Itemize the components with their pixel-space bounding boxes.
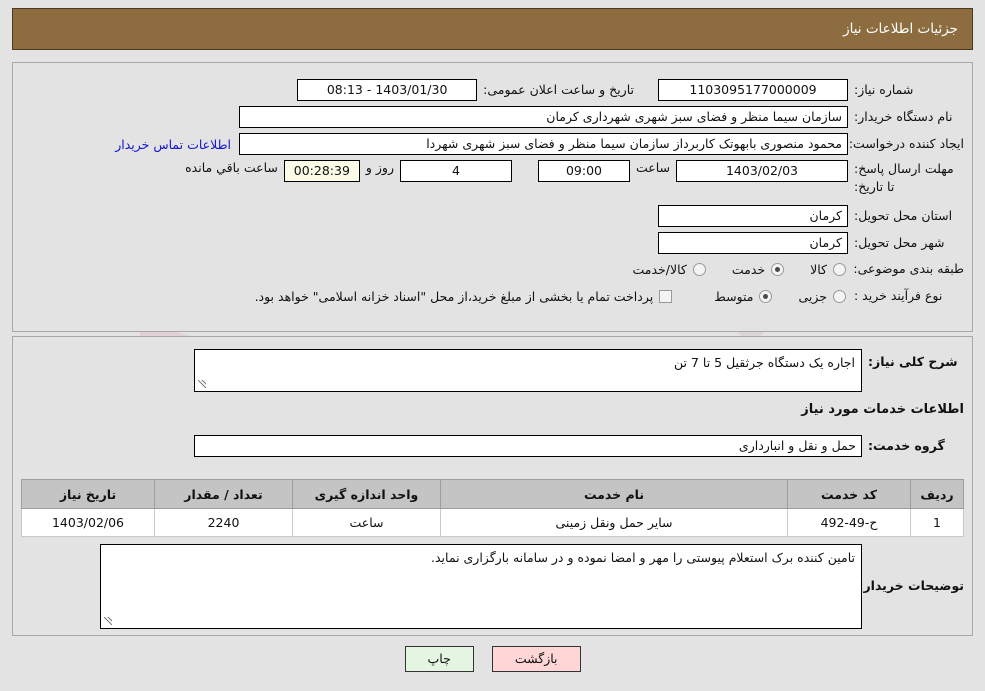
province-value: کرمان (658, 205, 848, 227)
buyer-org-value: سازمان سیما منظر و فضای سبز شهری شهرداری… (239, 106, 848, 128)
category-option-label: کالا/خدمت (632, 261, 687, 277)
needed-services-table: ردیف کد خدمت نام خدمت واحد اندازه گیری ت… (21, 479, 964, 537)
creator-row: ایجاد کننده درخواست: محمود منصوری بابهوت… (115, 133, 964, 155)
needed-services-table-wrap: ردیف کد خدمت نام خدمت واحد اندازه گیری ت… (21, 479, 964, 537)
buyer-notes-textarea[interactable]: تامین کننده برک استعلام پیوستی را مهر و … (100, 544, 862, 629)
page-root: جزئیات اطلاعات نیاز AnaTender.net شماره … (0, 0, 985, 691)
print-button[interactable]: چاپ (404, 646, 474, 672)
service-group-value: حمل و نقل و انبارداری (194, 435, 862, 457)
category-row: طبقه بندی موضوعی: کالا خدمت کالا/خدمت (606, 260, 964, 278)
need-number-value: 1103095177000009 (658, 79, 848, 101)
table-row: 1 ح-49-492 سایر حمل ونقل زمینی ساعت 2240… (21, 508, 964, 537)
radio-icon[interactable] (692, 262, 706, 276)
summary-label: شرح کلی نیاز: (868, 354, 958, 369)
col-row: ردیف (910, 479, 964, 509)
creator-value: محمود منصوری بابهوتک کاربرداز سازمان سیم… (239, 133, 848, 155)
category-option-label: کالا (810, 261, 827, 277)
need-number-row: شماره نیاز: 1103095177000009 تاریخ و ساع… (297, 79, 964, 101)
radio-icon[interactable] (759, 289, 773, 303)
process-type-row: نوع فرآیند خرید : جزیی متوسط پرداخت تمام… (229, 287, 964, 305)
category-label: طبقه بندی موضوعی: (853, 261, 964, 276)
col-quantity: تعداد / مقدار (154, 479, 293, 509)
page-header: جزئیات اطلاعات نیاز (12, 8, 973, 50)
days-remaining-value: 4 (399, 160, 512, 182)
deadline-label: مهلت ارسال پاسخ: تا تاریخ: (854, 161, 954, 195)
treasury-bonds-label: پرداخت تمام یا بخشی از مبلغ خرید،از محل … (254, 288, 654, 304)
cell-row: 1 (910, 508, 964, 537)
back-button[interactable]: بازگشت (491, 646, 581, 672)
category-option-label: خدمت (731, 261, 766, 277)
category-option-kala[interactable]: کالا (810, 262, 846, 277)
countdown-timer: 00:28:39 (283, 160, 360, 182)
cell-code: ح-49-492 (787, 508, 911, 537)
need-details-panel: شرح کلی نیاز: اجاره یک دستگاه جرثقیل 5 ت… (12, 336, 973, 636)
category-option-kala-khedmat[interactable]: کالا/خدمت (632, 261, 706, 277)
checkbox-icon[interactable] (659, 289, 673, 303)
need-info-panel: شماره نیاز: 1103095177000009 تاریخ و ساع… (12, 62, 973, 332)
province-label: استان محل تحویل: (854, 207, 953, 223)
summary-row: شرح کلی نیاز: اجاره یک دستگاه جرثقیل 5 ت… (194, 349, 964, 392)
cell-date: 1403/02/06 (21, 508, 155, 537)
city-label: شهر محل تحویل: (854, 234, 945, 250)
treasury-bonds-checkbox[interactable]: پرداخت تمام یا بخشی از مبلغ خرید،از محل … (255, 289, 673, 304)
buyer-org-label: نام دستگاه خریدار: (854, 108, 953, 124)
bottom-button-bar: بازگشت چاپ (0, 646, 985, 672)
need-number-label: شماره نیاز: (854, 81, 914, 97)
buyer-contact-link[interactable]: اطلاعات تماس خریدار (115, 137, 231, 152)
process-option-label: جزیی (798, 288, 827, 304)
table-header-row: ردیف کد خدمت نام خدمت واحد اندازه گیری ت… (21, 479, 964, 509)
cell-name: سایر حمل ونقل زمینی (440, 508, 788, 537)
creator-label: ایجاد کننده درخواست: (848, 135, 964, 151)
process-option-jozei[interactable]: جزیی (798, 289, 846, 304)
col-name: نام خدمت (440, 479, 788, 509)
public-announce-value: 1403/01/30 - 08:13 (297, 79, 478, 101)
cell-quantity: 2240 (154, 508, 293, 537)
buyer-notes-row: توضیحات خریدار: تامین کننده برک استعلام … (100, 544, 964, 629)
summary-textarea[interactable]: اجاره یک دستگاه جرثقیل 5 تا 7 تن (194, 349, 862, 392)
remaining-label: ساعت باقي مانده (185, 160, 278, 175)
cell-unit: ساعت (292, 508, 441, 537)
city-row: شهر محل تحویل: کرمان (658, 232, 964, 254)
city-value: کرمان (658, 232, 848, 254)
page-title: جزئیات اطلاعات نیاز (843, 21, 958, 37)
buyer-notes-label: توضیحات خریدار: (858, 578, 964, 594)
service-group-row: گروه خدمت: حمل و نقل و انبارداری (194, 435, 964, 457)
hour-label: ساعت (635, 160, 670, 175)
process-option-motevaset[interactable]: متوسط (714, 288, 773, 304)
deadline-time-value: 09:00 (537, 160, 630, 182)
col-date: تاریخ نیاز (21, 479, 155, 509)
deadline-date-value: 1403/02/03 (676, 160, 848, 182)
deadline-row: مهلت ارسال پاسخ: تا تاریخ: 1403/02/03 سا… (185, 160, 964, 196)
days-label: روز و (365, 160, 394, 175)
process-label: نوع فرآیند خرید : (854, 288, 943, 303)
radio-icon[interactable] (771, 262, 785, 276)
category-option-khedmat[interactable]: خدمت (731, 261, 785, 277)
col-unit: واحد اندازه گیری (292, 479, 441, 509)
buyer-org-row: نام دستگاه خریدار: سازمان سیما منظر و فض… (239, 106, 964, 128)
col-code: کد خدمت (787, 479, 911, 509)
radio-icon[interactable] (833, 289, 846, 303)
services-section-title: اطلاعات خدمات مورد نیاز (801, 402, 964, 417)
process-option-label: متوسط (714, 288, 754, 304)
radio-icon[interactable] (833, 262, 846, 276)
public-announce-label: تاریخ و ساعت اعلان عمومی: (483, 81, 634, 97)
province-row: استان محل تحویل: کرمان (658, 205, 964, 227)
service-group-label: گروه خدمت: (868, 437, 945, 453)
